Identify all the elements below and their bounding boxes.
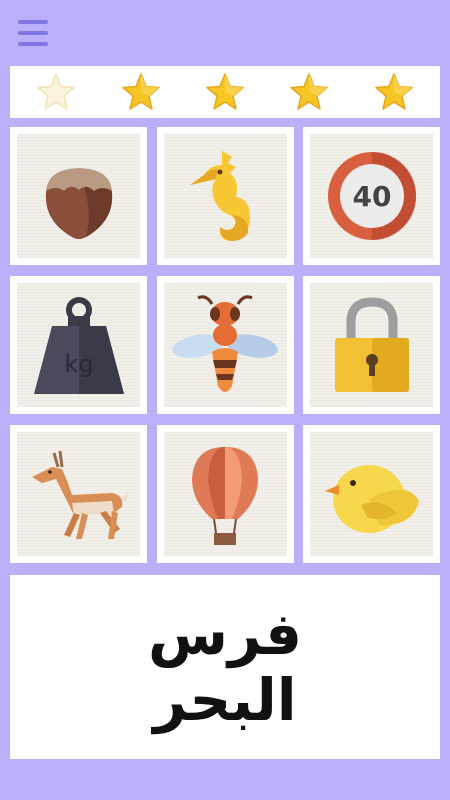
star-filled-icon (290, 73, 329, 110)
star-filled-icon (375, 73, 413, 110)
answer-word-line-1: فرس (147, 600, 303, 668)
card-chick[interactable] (303, 425, 440, 563)
card-seahorse[interactable] (156, 127, 294, 265)
answer-word-box: فرس البحر (10, 575, 440, 759)
kg-weight-icon: kg (33, 297, 124, 394)
menu-button[interactable] (18, 20, 48, 46)
card-balloon[interactable] (156, 425, 294, 563)
card-bee[interactable] (156, 276, 294, 414)
star-empty-icon (37, 73, 75, 110)
weight-label: kg (64, 350, 93, 378)
star-filled-icon (206, 73, 244, 110)
star-rating (10, 66, 440, 118)
speed-limit-sign-icon: 40 (327, 152, 416, 240)
answer-word-line-2: البحر (153, 666, 297, 734)
hazelnut-icon (45, 168, 112, 239)
star-filled-icon (121, 73, 160, 110)
card-hazelnut[interactable] (10, 127, 147, 265)
seahorse-icon (190, 151, 250, 241)
padlock-icon (334, 297, 409, 392)
picture-grid: 40 kg (10, 127, 440, 563)
card-antelope[interactable] (10, 425, 147, 563)
hot-air-balloon-icon (192, 447, 258, 545)
card-padlock[interactable] (303, 276, 440, 414)
speed-limit-value: 40 (352, 180, 391, 213)
card-weight[interactable]: kg (10, 276, 147, 414)
antelope-icon (31, 450, 128, 539)
chick-icon (324, 465, 419, 533)
bee-icon (172, 295, 278, 392)
hamburger-menu-icon (18, 20, 48, 24)
card-speed-limit[interactable]: 40 (303, 127, 440, 265)
